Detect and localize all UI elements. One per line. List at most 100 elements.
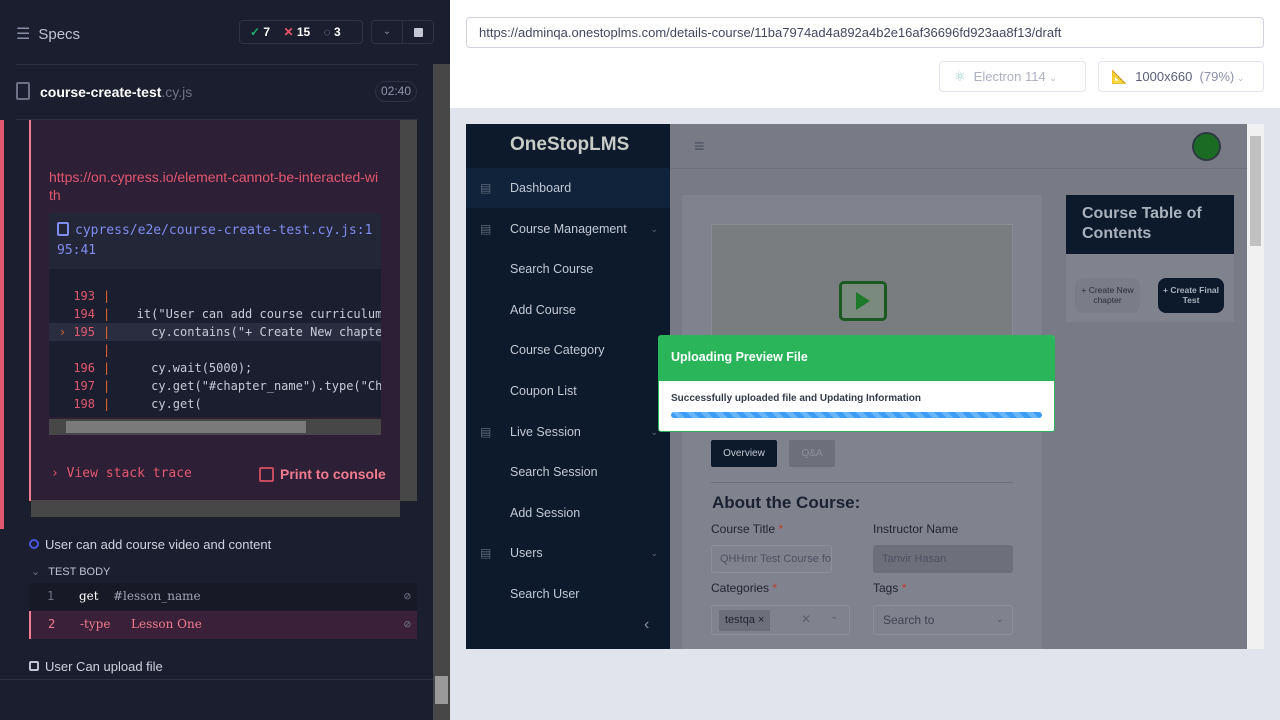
- spinner-icon: [29, 539, 39, 549]
- error-panel: https://on.cypress.io/element-cannot-be-…: [29, 120, 400, 501]
- error-vertical-scrollbar[interactable]: [400, 120, 417, 501]
- specs-toggle[interactable]: ☰ Specs: [16, 24, 80, 44]
- sidebar-item-users[interactable]: ▤ Users ⌄: [466, 533, 670, 573]
- code-line: 196 | cy.wait(5000);: [73, 361, 253, 375]
- course-title-label: Course Title *: [711, 522, 784, 536]
- upload-modal: Uploading Preview File Successfully uplo…: [658, 335, 1055, 432]
- tags-label: Tags *: [873, 581, 907, 595]
- stop-button[interactable]: [402, 20, 434, 44]
- terminal-icon: [259, 467, 274, 482]
- remove-chip-icon[interactable]: ×: [758, 614, 764, 626]
- test-stats: ✓ 7 ✕ 15 ◌ 3: [239, 20, 363, 44]
- error-docs-link[interactable]: https://on.cypress.io/element-cannot-be-…: [49, 168, 379, 204]
- spec-duration: 02:40: [375, 81, 417, 102]
- electron-icon: ⚛: [954, 69, 966, 84]
- url-bar[interactable]: https://adminqa.onestoplms.com/details-c…: [466, 17, 1264, 48]
- pending-square-icon: [29, 661, 39, 671]
- chevron-down-icon: ⌄: [31, 566, 41, 578]
- instructor-name-input: Tanvir Hasan: [873, 545, 1013, 573]
- tags-select[interactable]: Search to ⌄: [873, 605, 1013, 635]
- create-final-test-button[interactable]: + Create Final Test: [1158, 278, 1224, 313]
- command-row-failed[interactable]: 2 -type Lesson One ⊘: [29, 611, 417, 639]
- sidebar-item-course-category[interactable]: Course Category: [466, 330, 670, 370]
- upload-progress-bar: [671, 412, 1042, 418]
- course-toc-card: Course Table of Contents + Create New ch…: [1066, 195, 1234, 322]
- category-chip: testqa ×: [719, 610, 771, 631]
- code-frame: 193 | 194 | it("User can add course curricu…: [49, 269, 381, 435]
- categories-select[interactable]: testqa × ✕ ⌄: [711, 605, 850, 635]
- hamburger-icon[interactable]: ≡: [694, 136, 705, 157]
- chevron-down-icon: ⌄: [650, 426, 658, 437]
- user-avatar[interactable]: [1192, 132, 1221, 161]
- sidebar-item-live-session[interactable]: ▤ Live Session ⌄: [466, 412, 670, 452]
- clear-icon[interactable]: ✕: [801, 612, 811, 626]
- code-line: 194 | it("User can add course curriculum"…: [73, 307, 381, 321]
- modal-title: Uploading Preview File: [659, 336, 1054, 381]
- code-line: 197 | cy.get("#chapter_name").type("Chap: [73, 379, 381, 393]
- test-item-upload-file[interactable]: User Can upload file: [29, 659, 163, 674]
- app-viewport: OneStopLMS ▤ Dashboard ▤ Course Management ⌄…: [466, 124, 1264, 649]
- list-icon: ▤: [480, 221, 492, 236]
- error-horizontal-scrollbar[interactable]: [31, 500, 400, 517]
- check-icon: ✓: [250, 25, 261, 39]
- table-icon: ▤: [480, 424, 492, 439]
- collapse-sidebar-icon[interactable]: ‹: [644, 616, 649, 634]
- app-scrollbar[interactable]: [1247, 124, 1264, 649]
- instructor-name-label: Instructor Name: [873, 522, 959, 536]
- sidebar-item-coupon-list[interactable]: Coupon List: [466, 371, 670, 411]
- ruler-icon: 📐: [1111, 69, 1128, 84]
- code-horizontal-scrollbar[interactable]: [49, 419, 381, 435]
- viewport-selector[interactable]: 📐 1000x660 (79%) ⌄: [1098, 61, 1264, 92]
- chevron-down-icon: ⌄: [1234, 73, 1245, 83]
- pending-icon: ◌: [323, 25, 331, 39]
- code-line: |: [103, 343, 111, 357]
- browser-selector[interactable]: ⚛ Electron 114 ⌄: [939, 61, 1086, 92]
- menu-icon: ☰: [16, 26, 31, 43]
- cypress-reporter-panel: ☰ Specs ✓ 7 ✕ 15 ◌ 3 ⌄ course-create-test…: [0, 0, 450, 720]
- chevron-down-icon: ⌄: [995, 614, 1004, 625]
- sidebar-item-search-session[interactable]: Search Session: [466, 452, 670, 492]
- aut-panel: https://adminqa.onestoplms.com/details-c…: [450, 0, 1280, 720]
- app-logo[interactable]: OneStopLMS: [510, 134, 629, 156]
- chevron-down-icon: ⌄: [650, 548, 658, 559]
- about-course-heading: About the Course:: [712, 493, 861, 512]
- video-play-icon: [839, 281, 887, 321]
- code-line: 198 | cy.get(: [73, 397, 202, 411]
- sidebar-item-search-user[interactable]: Search User: [466, 574, 670, 614]
- stop-icon: [413, 28, 423, 37]
- view-stack-trace-button[interactable]: › View stack trace: [51, 466, 192, 481]
- categories-label: Categories *: [711, 581, 778, 595]
- code-line: › 195 | cy.contains("+ Create New chapter: [49, 323, 381, 341]
- modal-message: Successfully uploaded file and Updating …: [671, 393, 922, 404]
- test-body-toggle[interactable]: ⌄ TEST BODY: [31, 565, 110, 578]
- sidebar-item-add-course[interactable]: Add Course: [466, 290, 670, 330]
- eye-slash-icon[interactable]: ⊘: [404, 583, 411, 609]
- sidebar-item-course-management[interactable]: ▤ Course Management ⌄: [466, 209, 670, 249]
- sidebar-item-add-session[interactable]: Add Session: [466, 493, 670, 533]
- tab-qa[interactable]: Q&A: [789, 440, 835, 467]
- reporter-scrollbar[interactable]: [433, 64, 450, 720]
- x-icon: ✕: [283, 25, 294, 39]
- toc-title: Course Table of Contents: [1066, 195, 1234, 254]
- error-file-header[interactable]: cypress/e2e/course-create-test.cy.js:195…: [49, 213, 381, 269]
- user-icon: ▤: [480, 546, 492, 561]
- spec-file-name: course-create-test.cy.js: [40, 84, 193, 100]
- file-icon: [16, 82, 30, 100]
- tab-overview[interactable]: Overview: [711, 440, 777, 467]
- collapse-button[interactable]: ⌄: [371, 20, 403, 44]
- app-sidebar: OneStopLMS ▤ Dashboard ▤ Course Management ⌄…: [466, 124, 670, 649]
- chevron-down-icon: ⌄: [1049, 73, 1057, 83]
- code-line: 193 |: [73, 289, 111, 303]
- file-icon: [57, 222, 69, 236]
- test-item-video-content[interactable]: User can add course video and content: [29, 537, 271, 552]
- command-row[interactable]: 1 get #lesson_name ⊘: [29, 583, 417, 611]
- dashboard-icon: ▤: [480, 181, 492, 195]
- print-to-console-button[interactable]: Print to console: [259, 466, 386, 482]
- sidebar-item-search-course[interactable]: Search Course: [466, 249, 670, 289]
- course-title-input[interactable]: QHHmr Test Course for a: [711, 545, 832, 573]
- create-new-chapter-button[interactable]: + Create New chapter: [1075, 278, 1140, 313]
- chevron-down-icon[interactable]: ⌄: [830, 611, 838, 622]
- sidebar-item-dashboard[interactable]: ▤ Dashboard: [466, 168, 670, 208]
- chevron-down-icon: ⌄: [650, 223, 658, 234]
- eye-slash-icon[interactable]: ⊘: [404, 611, 411, 637]
